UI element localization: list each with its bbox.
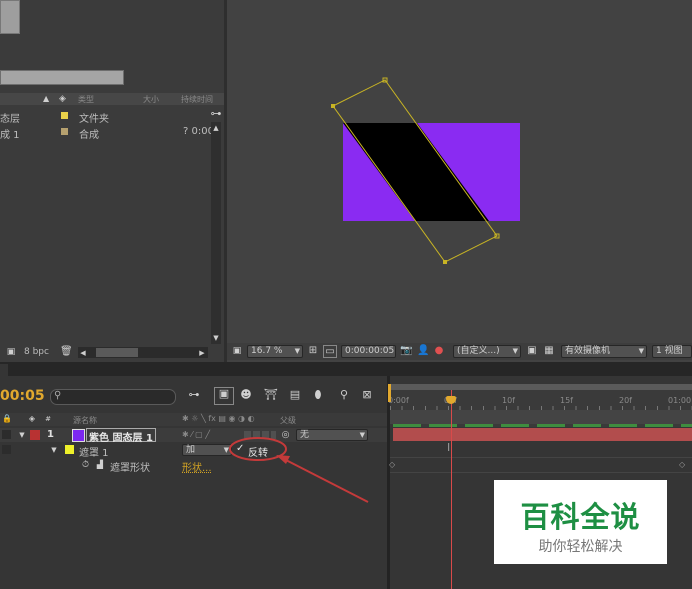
scroll-left-icon[interactable]: ◀ [79,347,87,359]
timecode-display[interactable]: 0:00:00:05 [341,345,396,358]
panel-divider[interactable] [0,362,692,376]
scroll-down-icon[interactable]: ▼ [211,332,221,344]
label-tag-icon[interactable]: ◈ [59,93,66,105]
ruler-label: 10f [502,396,515,405]
column-size[interactable]: 大小 [143,94,159,105]
region-of-interest-icon[interactable]: ▣ [526,345,538,357]
timeline-tab[interactable] [0,364,8,376]
work-area-start-marker[interactable] [388,384,391,402]
resolution-dropdown[interactable]: (自定义...) ▼ [453,345,521,358]
sort-arrow-icon[interactable]: ▲ [43,93,49,105]
project-search-input[interactable] [0,70,124,85]
views-value: 1 视图 [656,346,683,356]
viewer-toolbar: ▣ 16.7 % ▼ ⊞ ▭ 0:00:00:05 📷 👤 ● (自定义...)… [227,343,692,360]
views-dropdown[interactable]: 1 视图 [652,345,692,358]
ruler-label: 01:00 [668,396,692,405]
camera-dropdown[interactable]: 有效摄像机 ▼ [561,345,647,358]
mask-vertex[interactable] [443,260,447,264]
trash-icon[interactable]: 🗑 [60,346,73,358]
chevron-down-icon: ▼ [294,347,300,355]
keyframe-marker[interactable]: ◇ [389,460,395,469]
project-item[interactable]: 成 1 合成 ? 0:00 [0,124,214,141]
layer-duration-bar-top [393,424,692,427]
mask-path-lane [390,458,692,473]
annotation-arrow-line [281,457,369,503]
camera-snapshot-icon[interactable]: 📷 [400,345,412,357]
project-item-type: 文件夹 [79,114,109,125]
ruler-label: 15f [560,396,573,405]
flowchart-icon[interactable]: ⊶ [210,108,222,120]
chevron-down-icon: ▼ [638,347,644,355]
mask-vertex[interactable] [331,104,335,108]
ruler-label: 20f [619,396,632,405]
watermark: 百科全说 助你轻松解决 [494,480,667,564]
transparency-grid-icon[interactable]: ▦ [543,345,555,357]
project-column-header: ▲ ◈ 类型 大小 持续时间 [0,93,224,105]
timecode-value: 0:00:00:05 [345,346,395,356]
project-item-type: 合成 [79,130,99,141]
label-color-swatch [61,112,68,119]
composition-canvas[interactable] [227,0,692,340]
project-bottom-bar: ▣ 8 bpc 🗑 ◀ ▶ [0,345,224,360]
bit-depth-label[interactable]: 8 bpc [24,347,49,357]
ruler-label: 0:00f [388,396,409,405]
column-duration[interactable]: 持续时间 [181,94,213,105]
watermark-subtitle: 助你轻松解决 [538,539,623,555]
thumbnail-preview [0,0,20,34]
scroll-right-icon[interactable]: ▶ [198,347,206,359]
scroll-up-icon[interactable]: ▲ [211,122,221,134]
safe-margins-icon[interactable]: ⊞ [307,345,319,357]
mask-lane [390,443,692,458]
chevron-down-icon: ▼ [512,347,518,355]
show-snapshot-icon[interactable]: 👤 [417,345,429,357]
project-panel: ▲ ◈ 类型 大小 持续时间 态层 文件夹 成 1 合成 ? 0:00 ⊶ ▲ … [0,0,224,362]
composition-viewer: ▣ 16.7 % ▼ ⊞ ▭ 0:00:00:05 📷 👤 ● (自定义...)… [227,0,692,362]
camera-value: 有效摄像机 [565,346,611,356]
annotation-arrow-head [276,455,290,464]
column-type[interactable]: 类型 [78,94,94,105]
annotation-ellipse [229,437,287,461]
playhead-line[interactable] [451,390,452,589]
scroll-thumb[interactable] [96,348,138,357]
resolution-value: (自定义...) [457,346,500,356]
time-ruler[interactable]: 0:00f 05f 10f 15f 20f 01:00 [388,384,692,410]
watermark-title: 百科全说 [520,500,641,534]
project-settings-icon[interactable]: ▣ [5,346,17,358]
annotation-overlay [229,437,369,503]
always-preview-icon[interactable]: ▣ [231,345,243,357]
layer-duration-bar[interactable] [393,428,692,441]
channel-icon[interactable]: ● [433,345,445,357]
project-item-duration: ? 0:00 [183,126,214,137]
time-ruler-lower [390,410,692,424]
zoom-value: 16.7 % [251,346,283,356]
project-scrollbar[interactable]: ▲ ▼ [211,122,221,344]
zoom-dropdown[interactable]: 16.7 % ▼ [247,345,303,358]
keyframe-marker[interactable]: ◇ [679,460,685,469]
project-item-name: 成 1 [0,130,20,141]
project-item-name: 态层 [0,114,20,125]
label-color-swatch [61,128,68,135]
horizontal-scrollbar[interactable]: ◀ ▶ [78,347,208,358]
text-cursor-icon: I [447,441,451,454]
work-area-bar[interactable] [390,384,692,390]
project-item[interactable]: 态层 文件夹 [0,108,210,125]
mask-visibility-icon[interactable]: ▭ [323,345,337,358]
